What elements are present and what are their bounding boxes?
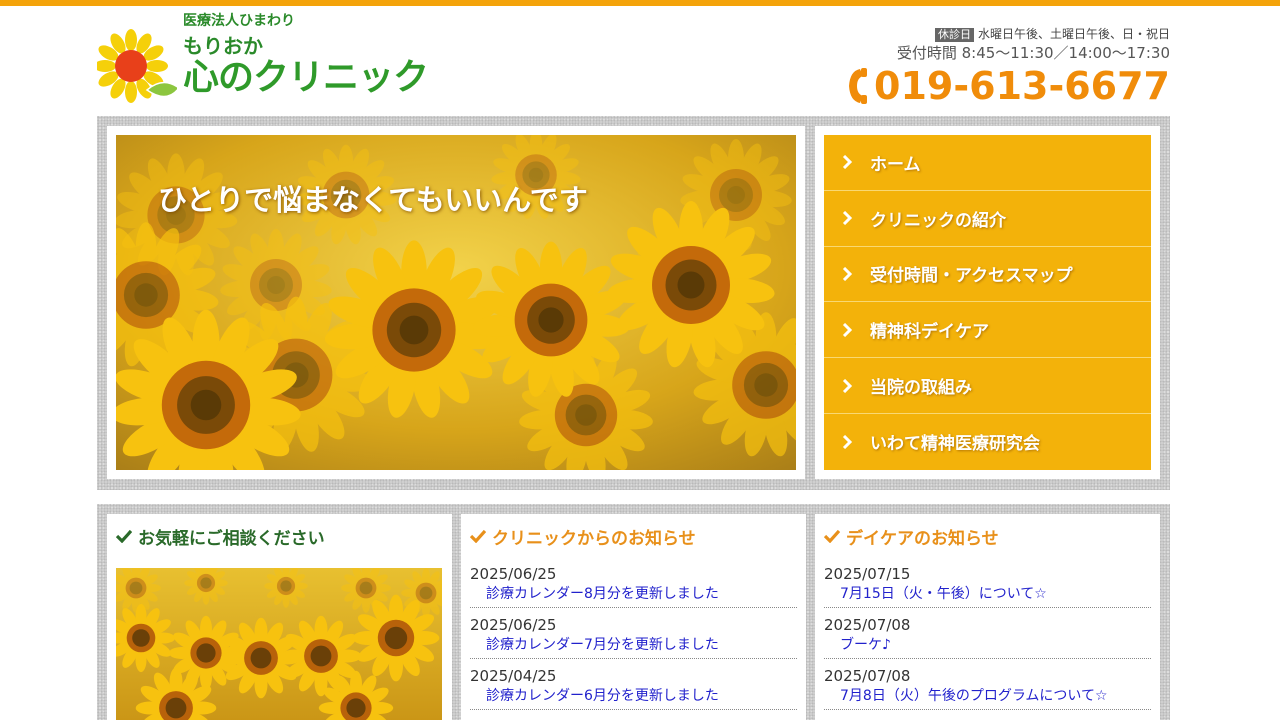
nav-item-label: いわて精神医療研究会 [870,434,1040,455]
nav-item-label: クリニックの紹介 [870,210,1006,231]
info-section: お気軽にご相談ください クリニックからのお知らせ 2025/06/25 診療カレ… [97,504,1170,720]
news-link[interactable]: 7月8日（火）午後のプログラムについて☆ [824,686,1151,706]
consult-image[interactable] [116,568,442,720]
list-item: 2025/06/25 診療カレンダー7月分を更新しました [470,615,797,659]
news-link[interactable]: 7月15日（火・午後）について☆ [824,584,1151,604]
news-date: 2025/06/25 [470,616,557,634]
chevron-right-icon [842,155,852,170]
nav-item-label: 当院の取組み [870,378,972,399]
news-date: 2025/07/15 [824,565,911,583]
consult-title: お気軽にご相談ください [138,528,325,549]
nav-item-home[interactable]: ホーム [824,135,1151,191]
clinic-news-heading: クリニックからのお知らせ [470,523,797,549]
list-item: 2025/07/08 7月8日（火）午後のプログラムについて☆ [824,666,1151,710]
daycare-news-title: デイケアのお知らせ [846,528,999,549]
list-item: 2025/04/25 診療カレンダー6月分を更新しました [470,666,797,710]
news-link[interactable]: 診療カレンダー7月分を更新しました [470,635,797,655]
daycare-news-column: デイケアのお知らせ 2025/07/15 7月15日（火・午後）について☆ 20… [815,514,1160,720]
news-link[interactable]: 診療カレンダー8月分を更新しました [470,584,797,604]
logo-title: 心のクリニック [183,57,429,98]
daycare-news-list: 2025/07/15 7月15日（火・午後）について☆ 2025/07/08 ブ… [824,564,1151,710]
consult-heading: お気軽にご相談ください [116,523,443,549]
chevron-right-icon [842,266,852,281]
chevron-right-icon [842,211,852,226]
list-item: 2025/07/08 ブーケ♪ [824,615,1151,659]
check-icon [470,529,486,543]
daycare-news-heading: デイケアのお知らせ [824,523,1151,549]
chevron-right-icon [842,322,852,337]
news-date: 2025/04/25 [470,667,557,685]
nav-item-label: 精神科デイケア [870,322,989,343]
list-item: 2025/06/25 診療カレンダー8月分を更新しました [470,564,797,608]
list-item: 2025/07/15 7月15日（火・午後）について☆ [824,564,1151,608]
closed-badge: 休診日 [934,28,974,42]
hero-caption: ひとりで悩まなくてもいいんです [158,183,588,217]
clinic-news-column: クリニックからのお知らせ 2025/06/25 診療カレンダー8月分を更新しまし… [461,514,806,720]
sunflower-field-image [116,568,442,720]
logo-prefix: もりおか [183,34,263,58]
nav-item-label: 受付時間・アクセスマップ [870,266,1073,287]
consult-column: お気軽にご相談ください [107,514,452,720]
nav-item-access[interactable]: 受付時間・アクセスマップ [824,246,1151,303]
hero-panel: ひとりで悩まなくてもいいんです [107,126,805,479]
chevron-right-icon [842,434,852,449]
nav-item-label: ホーム [870,154,921,175]
chevron-right-icon [842,378,852,393]
reception-hours: 受付時間 8:45～11:30／14:00～17:30 [896,44,1170,62]
phone-icon [849,68,868,104]
phone-row[interactable]: 019-613-6677 [846,64,1170,108]
nav-item-about[interactable]: クリニックの紹介 [824,190,1151,247]
news-date: 2025/07/08 [824,667,911,685]
clinic-news-title: クリニックからのお知らせ [492,528,696,549]
logo-subtitle: 医療法人ひまわり [183,13,295,29]
phone-number[interactable]: 019-613-6677 [874,64,1170,108]
news-link[interactable]: 診療カレンダー6月分を更新しました [470,686,797,706]
news-date: 2025/06/25 [470,565,557,583]
news-date: 2025/07/08 [824,616,911,634]
main-nav: ホーム クリニックの紹介 受付時間・アクセスマップ 精神科デイケア 当院の取組み… [824,135,1151,470]
clinic-news-list: 2025/06/25 診療カレンダー8月分を更新しました 2025/06/25 … [470,564,797,710]
header-contact: 休診日 水曜日午後、土曜日午後、日・祝日 受付時間 8:45～11:30／14:0… [846,26,1170,108]
sunflower-logo-icon [97,29,177,103]
news-link[interactable]: ブーケ♪ [824,635,1151,655]
nav-item-daycare[interactable]: 精神科デイケア [824,302,1151,359]
nav-item-initiatives[interactable]: 当院の取組み [824,358,1151,414]
check-icon [824,529,840,543]
site-logo[interactable]: 医療法人ひまわり もりおか 心のクリニック [97,10,429,106]
main-nav-panel: ホーム クリニックの紹介 受付時間・アクセスマップ 精神科デイケア 当院の取組み… [815,126,1160,479]
top-accent-bar [0,0,1280,6]
check-icon [116,529,132,543]
hero-image: ひとりで悩まなくてもいいんです [116,135,796,470]
closed-days: 水曜日午後、土曜日午後、日・祝日 [977,27,1170,41]
hero-section: ひとりで悩まなくてもいいんです ホーム クリニックの紹介 受付時間・アクセスマッ… [97,116,1170,490]
closed-days-row: 休診日 水曜日午後、土曜日午後、日・祝日 [846,26,1170,42]
nav-item-research[interactable]: いわて精神医療研究会 [824,413,1151,470]
